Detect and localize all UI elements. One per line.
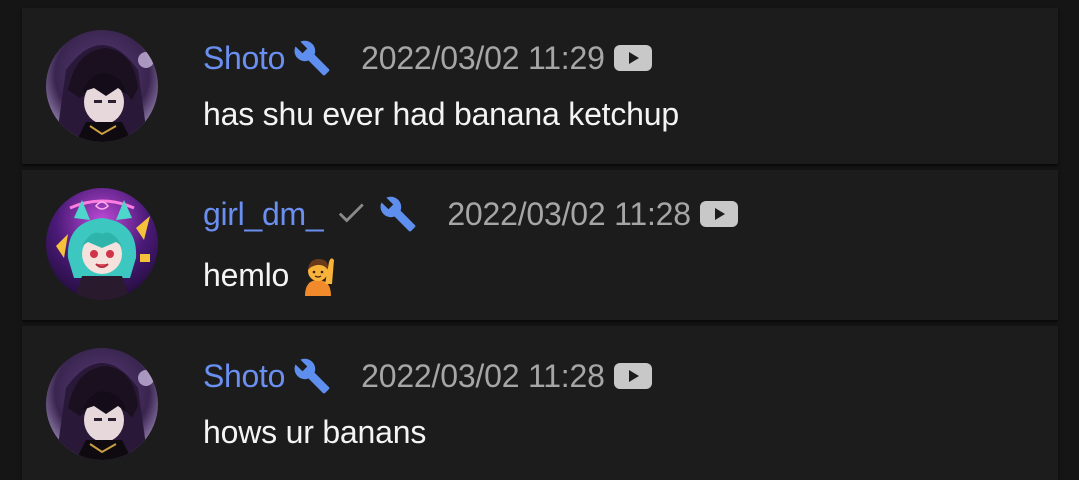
message-timestamp: 2022/03/02 11:28: [447, 195, 691, 232]
youtube-icon: [613, 43, 653, 73]
avatar[interactable]: [46, 30, 158, 142]
message-header: Shoto 2022/03/02 11:29: [203, 38, 653, 78]
message-text: hemlo: [203, 254, 339, 296]
message-header: Shoto 2022/03/02 11:28: [203, 356, 653, 396]
avatar[interactable]: [46, 348, 158, 460]
message-text: hows ur banans: [203, 414, 426, 451]
youtube-icon: [699, 199, 739, 229]
message-timestamp: 2022/03/02 11:28: [361, 357, 605, 394]
raising-hand-emoji-icon: [297, 254, 339, 296]
chat-message: Shoto 2022/03/02 11:28 hows ur banans: [22, 326, 1058, 480]
chat-feed: Shoto 2022/03/02 11:29 has shu ever had …: [0, 0, 1079, 480]
message-text-value: hemlo: [203, 256, 290, 293]
wrench-icon: [293, 357, 331, 395]
message-text: has shu ever had banana ketchup: [203, 96, 679, 133]
avatar[interactable]: [46, 188, 158, 300]
message-timestamp: 2022/03/02 11:29: [361, 39, 605, 76]
chat-message: girl_dm_ 2022/03/02 11:28 hemlo: [22, 170, 1058, 320]
message-header: girl_dm_ 2022/03/02 11:28: [203, 194, 739, 234]
wrench-icon: [379, 195, 417, 233]
verified-check-icon: [331, 197, 371, 231]
author-name[interactable]: Shoto: [203, 40, 285, 77]
message-text-value: hows ur banans: [203, 414, 427, 450]
message-text-value: has shu ever had banana ketchup: [203, 96, 679, 132]
youtube-icon: [613, 361, 653, 391]
chat-message: Shoto 2022/03/02 11:29 has shu ever had …: [22, 8, 1058, 164]
wrench-icon: [293, 39, 331, 77]
author-name[interactable]: girl_dm_: [203, 196, 324, 233]
author-name[interactable]: Shoto: [203, 358, 285, 395]
